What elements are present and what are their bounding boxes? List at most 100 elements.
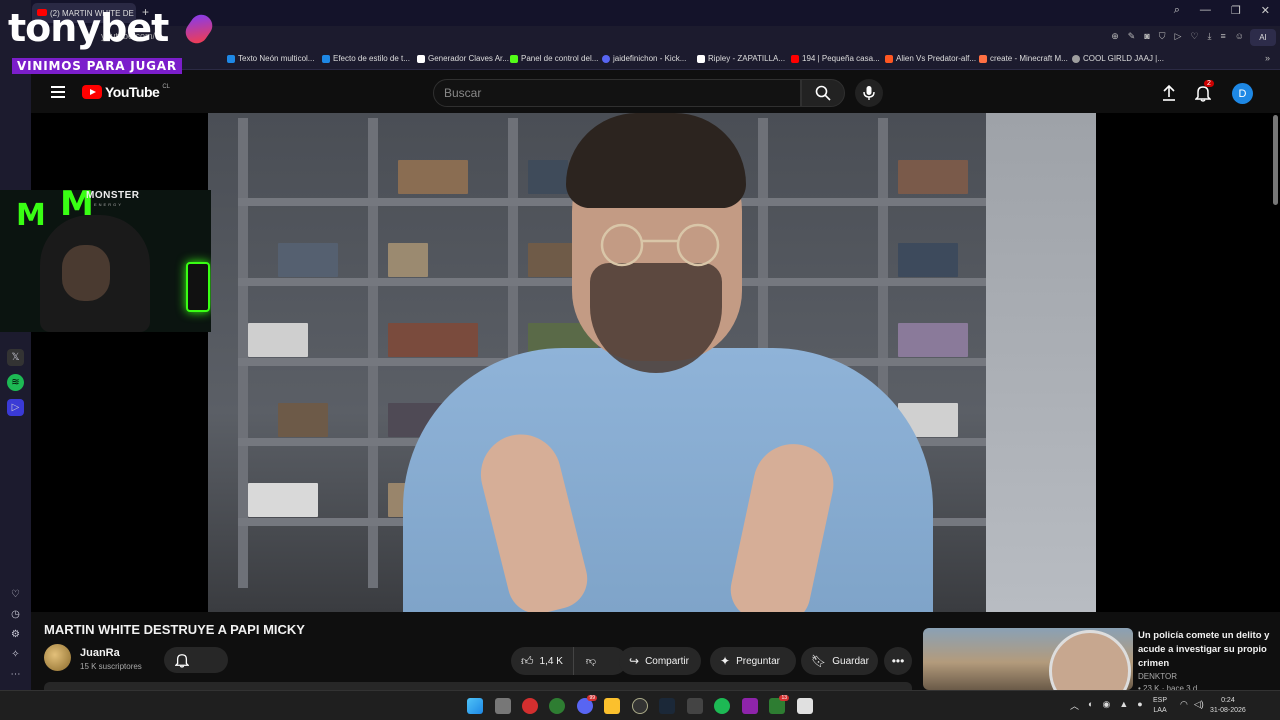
settings-gear-icon[interactable]: ⚙ [7, 626, 24, 643]
search-input[interactable] [434, 80, 800, 106]
user-avatar[interactable]: D [1232, 83, 1253, 104]
youtube-logo[interactable]: YouTube CL [82, 84, 170, 100]
video-frame[interactable] [208, 113, 1096, 612]
search-box [433, 79, 801, 107]
bookmark-item[interactable]: create - Minecraft M... [979, 54, 1068, 63]
sparkle-icon: ✦ [720, 654, 731, 668]
lightbulb-icon[interactable]: ✧ [7, 646, 24, 663]
tray-steam-icon[interactable]: ◉ [1102, 699, 1110, 712]
bookmark-favicon-icon [227, 54, 235, 63]
tonybet-overlay: tonybet VINIMOS PARA JUGAR [8, 6, 218, 78]
recommended-title[interactable]: Un policía comete un delito y acude a in… [1138, 629, 1273, 671]
description-box[interactable] [44, 682, 912, 690]
language-indicator[interactable]: ESP LAA [1153, 696, 1167, 716]
search-button[interactable] [801, 79, 845, 107]
app-icon[interactable] [687, 698, 703, 714]
youtube-wordmark: YouTube [105, 84, 160, 100]
system-clock[interactable]: 0:24 31-08-2026 [1210, 696, 1246, 716]
language-code: ESP [1153, 697, 1168, 704]
page-scrollbar[interactable] [1273, 115, 1278, 205]
like-button[interactable]: 👍︎ 1,4 K [511, 647, 574, 675]
spotify-icon[interactable] [714, 698, 730, 714]
bookmark-item[interactable]: Efecto de estilo de t... [322, 54, 410, 63]
bookmarks-bar: Texto Neón multicol... Efecto de estilo … [31, 50, 1280, 70]
camera-icon[interactable]: ◙ [1144, 31, 1149, 42]
tray-network-icon[interactable]: ▲ [1119, 699, 1128, 712]
voice-search-button[interactable] [855, 79, 883, 107]
bookmark-favicon-icon [697, 54, 705, 63]
microphone-icon [863, 86, 875, 100]
x-twitter-icon[interactable]: 𝕏 [7, 349, 24, 366]
bookmark-item[interactable]: Panel de control del... [510, 54, 598, 63]
steam-icon[interactable] [659, 698, 675, 714]
bookmark-item[interactable]: jaidefinichon - Kick... [602, 54, 686, 63]
save-button[interactable]: 🔖︎ Guardar [801, 647, 878, 675]
windows-start-icon[interactable] [467, 698, 483, 714]
recommended-thumbnail[interactable] [923, 628, 1133, 690]
video-player[interactable] [31, 113, 1280, 612]
bookmarks-more-icon[interactable]: » [1265, 53, 1270, 63]
aria-button[interactable]: AI [1250, 29, 1276, 46]
bookmark-item[interactable]: Alien Vs Predator-alf... [885, 54, 976, 63]
ask-button[interactable]: ✦ Preguntar [710, 647, 796, 675]
restore-icon[interactable]: ❐ [1231, 4, 1241, 17]
bookmark-item[interactable]: Generador Claves Ar... [417, 54, 509, 63]
energy-can-icon [186, 262, 210, 312]
search-tabs-icon[interactable]: ⌕ [1174, 4, 1180, 17]
upload-icon [1163, 84, 1175, 101]
tray-chevron-icon[interactable]: ︿ [1070, 699, 1079, 712]
heart-icon[interactable]: ♡ [1190, 31, 1198, 42]
dislike-button[interactable]: 👎︎ [574, 655, 608, 667]
opera-icon[interactable] [522, 698, 538, 714]
channel-name[interactable]: JuanRa [80, 647, 120, 659]
streamer-face [62, 245, 110, 301]
heart-icon[interactable]: ♡ [7, 586, 24, 603]
share-button[interactable]: ↪ Compartir [619, 647, 701, 675]
recommended-video[interactable]: Un policía comete un delito y acude a in… [921, 612, 1280, 693]
bell-icon [175, 654, 189, 668]
close-icon[interactable]: ✕ [1261, 4, 1270, 17]
xbox-app-icon[interactable]: 13 [769, 695, 789, 714]
play-icon[interactable]: ▷ [1175, 31, 1182, 42]
tray-app-icon[interactable]: ◐ [1088, 699, 1093, 712]
subscriber-count: 15 K suscriptores [80, 662, 142, 671]
minimize-icon[interactable]: — [1200, 4, 1211, 17]
shield-icon[interactable]: ⛉ [1159, 31, 1166, 42]
obs-icon[interactable] [632, 698, 648, 714]
address-bar-icons: ⊕ ✎ ◙ ⛉ ▷ ♡ ⤓ ≡ ☺ [1111, 31, 1244, 42]
ask-label: Preguntar [736, 655, 780, 667]
tray-mic-icon[interactable]: ● [1137, 699, 1142, 712]
thumbs-down-icon: 👎︎ [585, 656, 597, 667]
profile-icon[interactable]: ☺ [1235, 31, 1244, 42]
notifications-button[interactable]: 2 [1194, 80, 1214, 107]
bookmark-item[interactable]: Ripley - ZAPATILLA... [697, 54, 785, 63]
bookmark-item[interactable]: 194 | Pequeña casa... [791, 54, 880, 63]
bookmark-item[interactable]: COOL GIRLD JAAJ |... [1072, 54, 1164, 63]
spotify-icon[interactable]: ≋ [7, 374, 24, 391]
purple-app-icon[interactable] [742, 698, 758, 714]
file-explorer-icon[interactable] [604, 698, 620, 714]
more-actions-button[interactable]: ••• [884, 647, 912, 675]
search-icon [815, 85, 831, 101]
subscription-bell-button[interactable] [164, 647, 228, 673]
zoom-icon[interactable]: ⊕ [1111, 31, 1119, 42]
streamer-webcam-overlay: M M MONSTER ENERGY [0, 190, 211, 332]
menu-icon[interactable]: ≡ [1221, 31, 1226, 42]
discord-icon[interactable]: 99 [577, 695, 597, 714]
task-view-icon[interactable] [495, 698, 511, 714]
share-label: Compartir [645, 655, 689, 667]
hamburger-menu-icon[interactable] [51, 86, 65, 101]
create-upload-button[interactable] [1161, 84, 1177, 107]
aria-sidebar-icon[interactable]: ▷ [7, 399, 24, 416]
xbox-icon[interactable] [549, 698, 565, 714]
edit-icon[interactable]: ✎ [1128, 31, 1136, 42]
bookmark-item[interactable]: Texto Neón multicol... [227, 54, 314, 63]
quick-settings[interactable]: ◠ ◁) [1180, 699, 1204, 710]
download-icon[interactable]: ⤓ [1208, 31, 1212, 42]
history-icon[interactable]: ◷ [7, 606, 24, 623]
more-dots-icon: ••• [891, 654, 905, 668]
channel-avatar[interactable] [44, 644, 71, 671]
calendar-app-icon[interactable] [797, 698, 813, 714]
recommended-channel[interactable]: DENKTOR [1138, 672, 1177, 681]
more-options-icon[interactable]: ⋯ [7, 666, 24, 683]
